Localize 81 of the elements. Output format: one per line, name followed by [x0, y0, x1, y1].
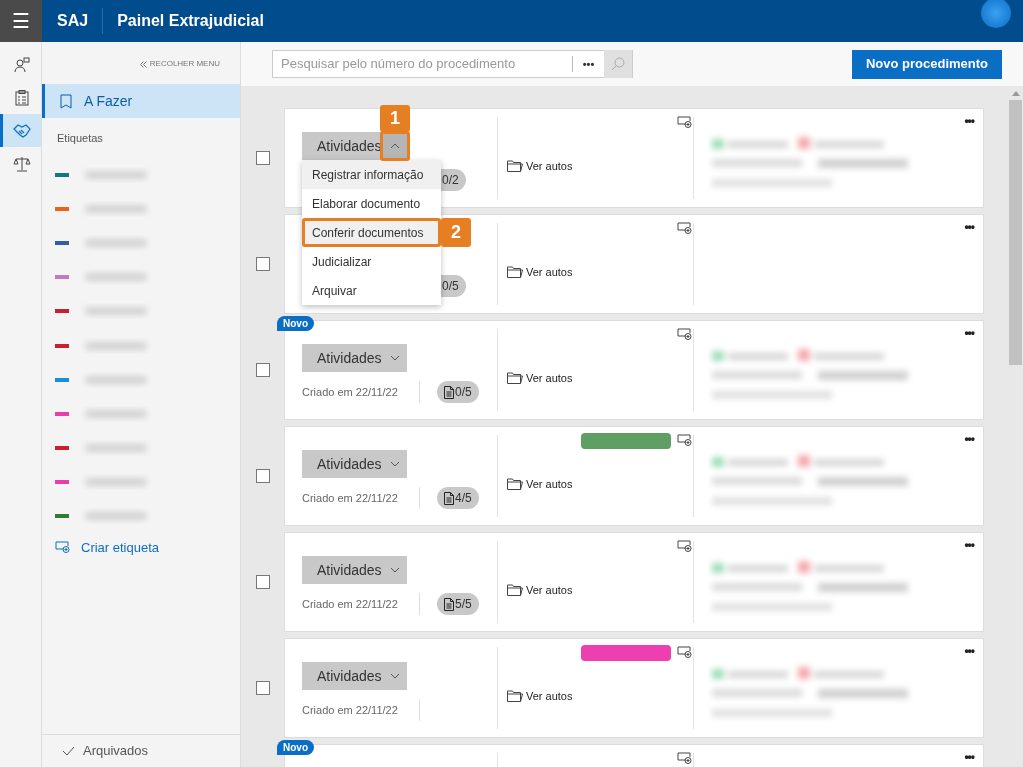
rail-button[interactable]: [0, 114, 41, 147]
double-chevron-left-icon: [139, 60, 147, 68]
view-records-link[interactable]: Ver autos: [507, 581, 573, 599]
row-checkbox[interactable]: [255, 257, 270, 271]
menu-button[interactable]: ☰: [0, 0, 42, 42]
created-date: Criado em 22/11/22: [302, 490, 398, 506]
document-counter: 0/5: [441, 275, 466, 297]
menu-item[interactable]: Elaborar documento: [302, 189, 441, 218]
more-button[interactable]: •••: [964, 218, 974, 236]
document-counter: 4/5: [437, 487, 479, 509]
tag-add-icon[interactable]: [677, 222, 692, 234]
create-tag-link[interactable]: Criar etiqueta: [55, 537, 240, 558]
row-checkbox[interactable]: [255, 469, 270, 483]
folder-icon: [507, 372, 523, 384]
step-marker: 2: [441, 218, 471, 247]
bookmark-icon: [60, 93, 72, 109]
row-checkbox[interactable]: [255, 681, 270, 695]
sidebar-item[interactable]: A Fazer: [42, 84, 240, 118]
scroll-up-icon[interactable]: [1011, 91, 1020, 96]
menu-item[interactable]: Arquivar: [302, 276, 441, 305]
menu-item[interactable]: Registrar informação: [302, 160, 441, 189]
step-marker: 1: [380, 105, 410, 132]
more-button[interactable]: •••: [964, 536, 974, 554]
person-icon: [14, 56, 30, 73]
tag-add-icon[interactable]: [677, 328, 692, 340]
new-badge: Novo: [277, 316, 314, 331]
user-avatar[interactable]: [981, 0, 1011, 28]
folder-icon: [507, 266, 523, 278]
more-button[interactable]: •••: [964, 430, 974, 448]
chevron-down-icon: [390, 355, 400, 361]
collapse-menu-button[interactable]: RECOLHER MENU: [139, 58, 220, 70]
menu-item[interactable]: Judicializar: [302, 247, 441, 276]
more-button[interactable]: •••: [964, 748, 974, 766]
row-checkbox[interactable]: [255, 151, 270, 165]
scales-icon: [13, 155, 31, 172]
tag-add-icon[interactable]: [677, 434, 692, 446]
more-button[interactable]: •••: [964, 324, 974, 342]
view-records-link[interactable]: Ver autos: [507, 475, 573, 493]
chevron-down-icon: [390, 567, 400, 573]
view-records-link[interactable]: Ver autos: [507, 687, 573, 705]
tag-add-icon[interactable]: [677, 646, 692, 658]
tag-add-icon[interactable]: [677, 540, 692, 552]
document-counter: 5/5: [437, 593, 479, 615]
search-field[interactable]: Pesquisar pelo número do procedimento •••: [272, 50, 633, 78]
document-counter: 0/5: [437, 381, 479, 403]
tag-add-icon[interactable]: [677, 116, 692, 128]
chevron-down-icon: [390, 461, 400, 467]
more-button[interactable]: •••: [964, 642, 974, 660]
tag-add-icon[interactable]: [677, 752, 692, 764]
created-date: Criado em 22/11/22: [302, 596, 398, 612]
folder-icon: [507, 690, 523, 702]
app-title: Painel Extrajudicial: [117, 11, 264, 31]
created-date: Criado em 22/11/22: [302, 702, 398, 718]
chevron-up-icon: [390, 143, 400, 149]
scrollbar-thumb[interactable]: [1009, 100, 1022, 365]
view-records-link[interactable]: Ver autos: [507, 157, 573, 175]
folder-icon: [507, 160, 523, 172]
row-checkbox[interactable]: [255, 575, 270, 589]
archived-link[interactable]: Arquivados: [83, 741, 149, 761]
more-button[interactable]: •••: [964, 112, 974, 130]
handshake-icon: [13, 122, 31, 139]
view-records-link[interactable]: Ver autos: [507, 369, 573, 387]
tags-heading: Etiquetas: [57, 131, 104, 146]
more-options-button[interactable]: •••: [573, 55, 604, 73]
folder-icon: [507, 584, 523, 596]
check-icon: [62, 746, 75, 756]
row-checkbox[interactable]: [255, 363, 270, 377]
document-counter: 0/2: [441, 169, 466, 191]
chevron-down-icon: [390, 673, 400, 679]
new-procedure-button[interactable]: Novo procedimento: [851, 49, 1002, 79]
document-icon: [444, 597, 454, 611]
folder-icon: [507, 478, 523, 490]
created-date: Criado em 22/11/22: [302, 384, 398, 400]
search-icon: [611, 57, 625, 71]
document-icon: [444, 491, 454, 505]
new-badge: Novo: [277, 740, 314, 755]
document-icon: [444, 385, 454, 399]
tag-add-icon[interactable]: [55, 541, 70, 554]
clipboard-icon: [15, 89, 29, 106]
brand-logo: SAJ: [57, 11, 89, 31]
view-records-link[interactable]: Ver autos: [507, 263, 573, 281]
